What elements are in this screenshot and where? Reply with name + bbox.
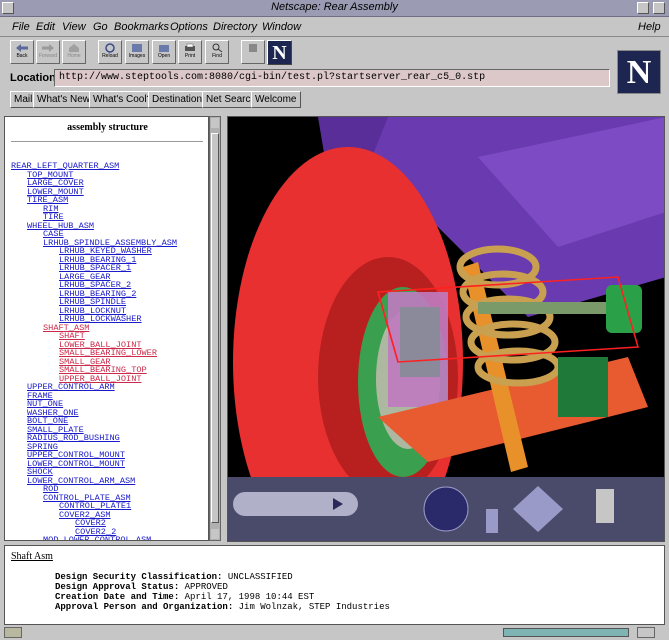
part-info-frame: Shaft Asm Design Security Classification… (4, 545, 665, 625)
assembly-tree-frame: assembly structure REAR_LEFT_QUARTER_ASM… (4, 116, 209, 541)
scroll-up-arrow-icon[interactable] (211, 118, 219, 128)
stop-button[interactable] (241, 40, 265, 64)
status-bar (0, 626, 669, 640)
scroll-thumb[interactable] (211, 133, 219, 523)
title-bar[interactable]: Netscape: Rear Assembly (0, 0, 669, 17)
minimize-button[interactable] (637, 2, 649, 14)
tree-item[interactable]: MOD_LOWER_CONTROL_ASM (43, 536, 151, 540)
rotate-globe-icon[interactable] (423, 486, 469, 532)
part-info-title[interactable]: Shaft Asm (11, 551, 53, 562)
info-row-approval-status: Design Approval Status: APPROVED (55, 582, 228, 592)
maximize-button[interactable] (653, 2, 665, 14)
tree-scrollbar[interactable] (209, 116, 221, 541)
3d-viewer[interactable] (227, 116, 665, 542)
toolbar: Back Forward Home Reload Images Open Pri… (0, 38, 669, 66)
print-icon (185, 43, 195, 51)
lower-mount-part[interactable] (558, 357, 608, 417)
menu-options[interactable]: Options (170, 21, 208, 33)
find-icon (212, 43, 223, 53)
info-row-security: Design Security Classification: UNCLASSI… (55, 572, 293, 582)
menu-view[interactable]: View (62, 21, 86, 33)
tree-heading: assembly structure (67, 122, 148, 133)
netscape-throbber-logo[interactable]: N (617, 50, 661, 94)
images-icon (132, 44, 142, 52)
security-key-icon (4, 627, 22, 638)
open-icon (159, 45, 169, 52)
info-row-creation-date: Creation Date and Time: April 17, 1998 1… (55, 592, 315, 602)
upper-mount-part[interactable] (606, 285, 642, 333)
netscape-logo-small: N (267, 40, 292, 65)
menu-help[interactable]: Help (638, 21, 661, 33)
menu-bookmarks[interactable]: Bookmarks (114, 21, 169, 33)
menu-file[interactable]: File (12, 21, 30, 33)
info-row-approval-person: Approval Person and Organization: Jim Wo… (55, 602, 390, 612)
print-button[interactable]: Print (178, 40, 202, 64)
back-arrow-icon (16, 44, 28, 52)
welcome-button[interactable]: Welcome (251, 91, 301, 108)
window-title: Netscape: Rear Assembly (271, 1, 398, 13)
images-button[interactable]: Images (125, 40, 149, 64)
shaft-part[interactable] (478, 302, 618, 314)
find-button[interactable]: Find (205, 40, 229, 64)
open-button[interactable]: Open (152, 40, 176, 64)
home-button[interactable]: Home (62, 40, 86, 64)
location-label: Location: (10, 72, 60, 84)
forward-button[interactable]: Forward (36, 40, 60, 64)
forward-arrow-icon (42, 44, 54, 52)
reload-icon (105, 43, 115, 53)
tree-divider (11, 141, 203, 142)
home-icon (69, 44, 79, 52)
menu-window[interactable]: Window (262, 21, 301, 33)
3d-model-render[interactable] (228, 117, 665, 542)
scroll-down-arrow-icon[interactable] (211, 529, 219, 539)
spindle-part (400, 307, 440, 377)
stop-icon (249, 44, 257, 52)
menu-directory[interactable]: Directory (213, 21, 257, 33)
dolly-icon[interactable] (486, 509, 498, 533)
reload-button[interactable]: Reload (98, 40, 122, 64)
pointer-tool-icon[interactable] (596, 489, 614, 523)
menu-bar: File Edit View Go Bookmarks Options Dire… (0, 18, 669, 37)
progress-bar (503, 628, 629, 637)
location-input[interactable]: http://www.steptools.com:8080/cgi-bin/te… (54, 69, 610, 87)
whats-cool-button[interactable]: What's Cool? (89, 91, 157, 108)
back-button[interactable]: Back (10, 40, 34, 64)
mail-status-icon[interactable] (637, 627, 655, 638)
menu-go[interactable]: Go (93, 21, 108, 33)
menu-edit[interactable]: Edit (36, 21, 55, 33)
